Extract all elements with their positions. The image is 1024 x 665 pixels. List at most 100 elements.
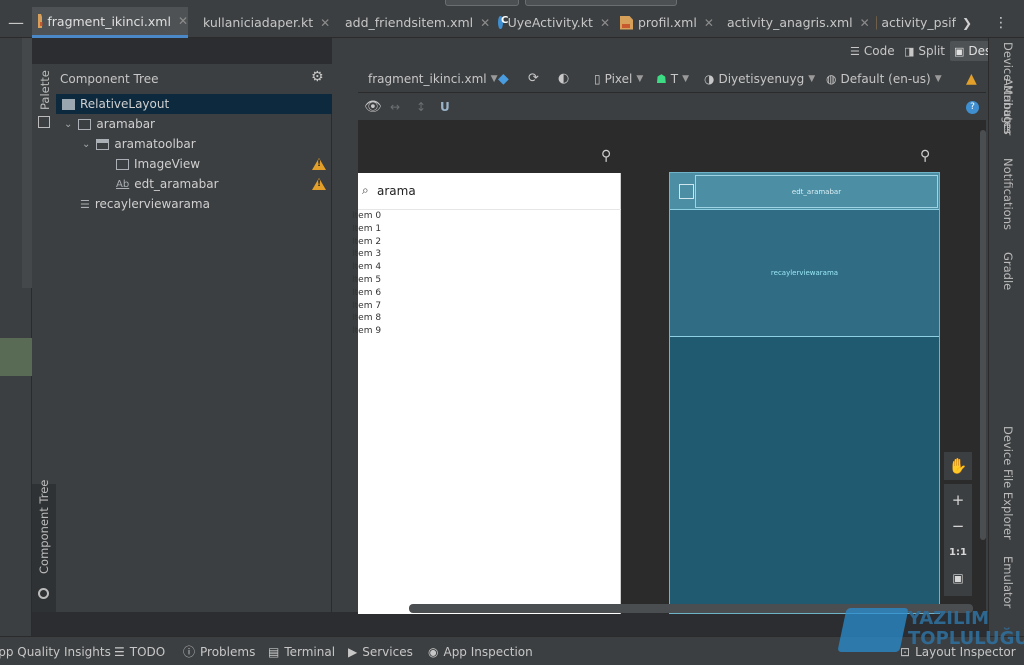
container-icon: [78, 118, 92, 130]
run-config-chip[interactable]: [445, 0, 519, 6]
view-options-button[interactable]: 👁: [364, 93, 382, 121]
android-icon: ☗: [656, 71, 667, 86]
tab-activity-psif[interactable]: activity_psif: [870, 7, 956, 38]
split-icon: ◨: [904, 44, 915, 58]
view-mode-bar: ☰Code ◨Split ▣Design: [332, 38, 1024, 64]
close-tab-icon[interactable]: ✕: [320, 16, 330, 30]
orientation-button[interactable]: ⟳: [528, 64, 539, 93]
tab-kullaniciadaper[interactable]: kullaniciadaper.kt ✕: [192, 7, 330, 38]
zoom-actual-size-button[interactable]: 1:1: [944, 538, 972, 566]
chevron-down-icon[interactable]: ⌄: [82, 139, 90, 150]
terminal-button[interactable]: ▤ Terminal: [268, 637, 335, 665]
layout-inspector-button[interactable]: ⊡ Layout Inspector: [900, 637, 1016, 665]
blueprint-edt-aramabar[interactable]: edt_aramabar: [695, 175, 938, 208]
emulator-tab[interactable]: Emulator: [1001, 556, 1015, 608]
app-quality-insights-button[interactable]: App Quality Insights: [0, 637, 111, 665]
file-selector[interactable]: fragment_ikinci.xml ▼: [368, 64, 498, 93]
tree-node-imageview[interactable]: ImageView: [56, 154, 332, 174]
split-view-button[interactable]: ◨ Split: [904, 42, 945, 60]
warning-icon[interactable]: ▲: [966, 64, 977, 93]
component-tree-header: Component Tree ⚙ —: [56, 64, 351, 94]
help-icon[interactable]: ?: [966, 93, 979, 121]
notifications-tab[interactable]: Notifications: [1001, 158, 1015, 230]
magnet-icon[interactable]: U: [440, 93, 450, 121]
pan-hand-icon[interactable]: ✋: [944, 452, 972, 480]
component-tree-tab[interactable]: Component Tree: [32, 480, 56, 612]
rotate-icon: ⟳: [528, 71, 539, 86]
bottom-tool-bar: App Quality Insights ☰ TODO ⓘ Problems ▤ Te…: [0, 636, 1024, 665]
preview-list: Item 0 Item 1 Item 2 Item 3 Item 4 Item …: [352, 210, 452, 338]
eye-icon: 👁: [364, 99, 382, 115]
zoom-out-button[interactable]: −: [944, 512, 972, 540]
vertical-scrollbar[interactable]: [980, 130, 986, 540]
problems-button[interactable]: ⓘ Problems: [183, 637, 255, 665]
search-bar[interactable]: ⌕ arama: [358, 173, 621, 210]
close-tab-icon[interactable]: ✕: [600, 16, 610, 30]
list-item: Item 3: [352, 249, 382, 260]
device-selector[interactable]: ▯ Pixel ▼: [594, 64, 643, 93]
device-chip[interactable]: [525, 0, 677, 6]
tree-node-edt-aramabar[interactable]: Ab edt_aramabar: [56, 174, 332, 194]
theme-selector[interactable]: ◑ Diyetisyenuyg ▼: [704, 64, 815, 93]
layers-button[interactable]: ◆: [498, 64, 509, 93]
text-field-icon: Ab: [116, 178, 130, 190]
xml-file-icon: [620, 15, 633, 30]
tab-activity-anagris[interactable]: activity_anagris.xml ✕: [716, 7, 870, 38]
wrench-icon[interactable]: ⚲: [920, 148, 930, 164]
palette-tab[interactable]: Palette: [38, 70, 52, 110]
tab-fragment-ikinci[interactable]: fragment_ikinci.xml ✕: [32, 7, 188, 38]
tree-node-aramabar[interactable]: ⌄ aramabar: [56, 114, 332, 134]
app-inspection-button[interactable]: ◉ App Inspection: [428, 637, 533, 665]
list-item: Item 9: [352, 326, 382, 337]
todo-button[interactable]: ☰ TODO: [114, 637, 165, 665]
design-preview[interactable]: ⌕ arama Item 0 Item 1 Item 2 Item 3 Item…: [352, 173, 621, 614]
left-highlight: [0, 338, 32, 376]
attributes-tab[interactable]: Attributes: [1001, 78, 1015, 135]
more-options-icon[interactable]: ⋮: [994, 7, 1008, 38]
blueprint-imageview[interactable]: [679, 184, 694, 199]
lines-icon: ☰: [850, 44, 860, 58]
code-view-button[interactable]: ☰ Code: [850, 42, 895, 60]
tab-add-friendsitem[interactable]: add_friendsitem.xml ✕: [334, 7, 490, 38]
warning-icon[interactable]: [312, 178, 326, 190]
zoom-fit-button[interactable]: ▣: [944, 564, 972, 592]
info-icon: ⓘ: [183, 645, 196, 659]
chevron-down-icon[interactable]: ❯: [962, 7, 972, 38]
wrench-icon[interactable]: ⚲: [601, 148, 611, 164]
tab-uyeactivity[interactable]: UyeActivity.kt ✕: [492, 7, 610, 38]
vertical-resize-icon[interactable]: ↕: [416, 93, 426, 121]
palette-strip: Palette Component Tree: [32, 64, 56, 612]
minimize-icon[interactable]: —: [8, 7, 24, 38]
gradle-tab[interactable]: Gradle: [1001, 252, 1015, 290]
device-file-explorer-tab[interactable]: Device File Explorer: [1001, 426, 1015, 540]
tree-node-relativelayout[interactable]: RelativeLayout: [56, 94, 332, 114]
horizontal-resize-icon[interactable]: ↔: [390, 93, 400, 121]
component-tree-title: Component Tree: [60, 72, 159, 86]
zoom-in-button[interactable]: +: [944, 486, 972, 514]
layers-icon: ◆: [498, 70, 509, 87]
list-item: Item 7: [352, 300, 382, 311]
night-mode-button[interactable]: ◐: [558, 64, 569, 93]
close-tab-icon[interactable]: ✕: [480, 16, 490, 30]
blueprint-view[interactable]: edt_aramabar recaylerviewarama: [669, 172, 940, 614]
chevron-down-icon[interactable]: ⌄: [64, 119, 72, 130]
services-button[interactable]: ▶ Services: [348, 637, 413, 665]
locale-selector[interactable]: ◍ Default (en-us) ▼: [826, 64, 942, 93]
blueprint-toolbar[interactable]: edt_aramabar: [670, 173, 939, 210]
close-tab-icon[interactable]: ✕: [178, 14, 188, 28]
warning-icon[interactable]: [312, 158, 326, 170]
toolbar-icon: [96, 138, 110, 150]
close-tab-icon[interactable]: ✕: [860, 16, 870, 30]
close-tab-icon[interactable]: ✕: [704, 16, 714, 30]
xml-file-icon: [38, 14, 43, 28]
api-selector[interactable]: ☗ T ▼: [656, 64, 689, 93]
right-tool-strip: Device Manager Attributes Notifications …: [988, 38, 1024, 636]
list-item: Item 0: [352, 211, 382, 221]
blueprint-recyclerview[interactable]: recaylerviewarama: [670, 210, 939, 337]
tree-node-recaylerviewarama[interactable]: ☰ recaylerviewarama: [56, 194, 332, 214]
horizontal-scrollbar[interactable]: [409, 604, 973, 613]
tab-profil[interactable]: profil.xml ✕: [614, 7, 714, 38]
gear-icon[interactable]: ⚙: [311, 69, 324, 85]
tree-node-aramatoolbar[interactable]: ⌄ aramatoolbar: [56, 134, 332, 154]
terminal-icon: ▤: [268, 644, 280, 659]
